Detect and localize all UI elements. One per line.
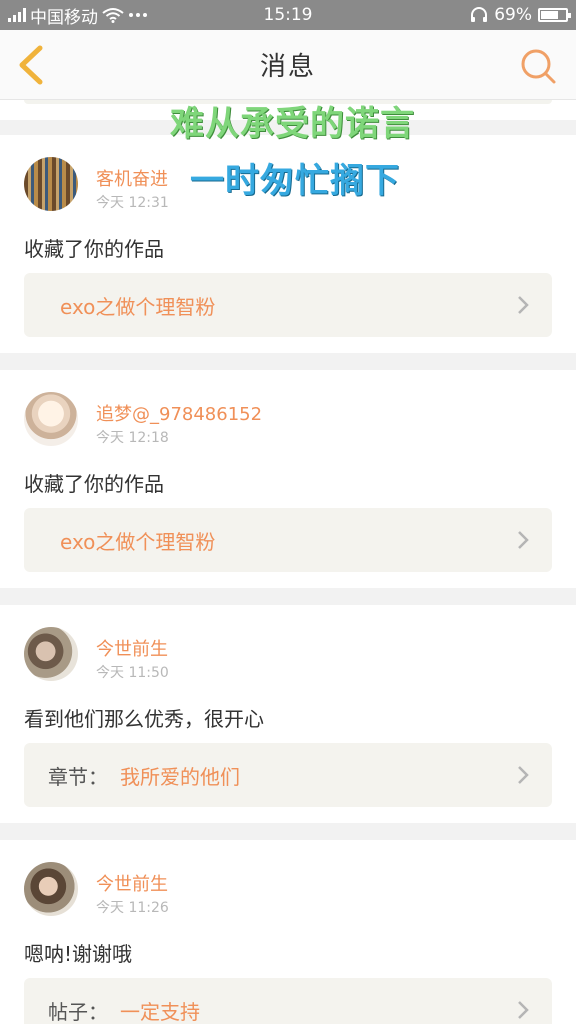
message-text: 收藏了你的作品 [24,472,164,496]
user-name[interactable]: 今世前生 [96,870,168,896]
avatar[interactable] [24,157,78,211]
message-time: 今天 11:50 [96,665,169,681]
battery-icon [538,8,571,22]
referenced-post[interactable]: 帖子： 一定支持 [24,978,552,1024]
headphone-icon [471,7,488,22]
message-card[interactable]: 追梦@_978486152 今天 12:18 收藏了你的作品 exo之做个理智粉 [0,370,576,588]
status-left: 中国移动 [8,3,470,28]
message-card[interactable]: 今世前生 今天 11:50 看到他们那么优秀，很开心 章节： 我所爱的他们 [0,605,576,823]
message-list: 客机奋进 今天 12:31 收藏了你的作品 exo之做个理智粉 追梦@_9784… [0,135,576,1024]
message-card[interactable]: 今世前生 今天 11:26 嗯呐!谢谢哦 帖子： 一定支持 [0,840,576,1024]
message-text: 嗯呐!谢谢哦 [24,942,133,966]
page-title: 消息 [259,52,316,82]
battery-fill [541,11,558,19]
chevron-right-icon [518,766,529,784]
nav-bar: 消息 [0,30,576,100]
ref-link[interactable]: 一定支持 [120,996,200,1024]
status-bar: 中国移动 15:19 69% [0,0,576,30]
status-right: 69% [470,5,571,25]
avatar[interactable] [24,392,78,446]
user-name[interactable]: 追梦@_978486152 [96,400,262,426]
chevron-right-icon [518,1001,529,1019]
wifi-icon [102,8,124,23]
message-time: 今天 11:26 [96,900,169,916]
signal-icon [8,8,26,22]
referenced-work[interactable]: exo之做个理智粉 [24,273,552,337]
previous-card-edge [0,100,576,120]
message-time: 今天 12:18 [96,430,169,446]
referenced-work[interactable]: exo之做个理智粉 [24,508,552,572]
search-icon[interactable] [518,46,558,86]
avatar[interactable] [24,862,78,916]
avatar[interactable] [24,627,78,681]
message-text: 看到他们那么优秀，很开心 [24,707,264,731]
ref-link[interactable]: 我所爱的他们 [120,761,240,790]
previous-ref-box-edge [24,100,552,104]
ref-link[interactable]: exo之做个理智粉 [60,291,215,320]
more-icon [129,13,147,17]
user-name[interactable]: 客机奋进 [96,165,168,191]
chevron-right-icon [518,531,529,549]
message-card[interactable]: 客机奋进 今天 12:31 收藏了你的作品 exo之做个理智粉 [0,135,576,353]
referenced-chapter[interactable]: 章节： 我所爱的他们 [24,743,552,807]
ref-link[interactable]: exo之做个理智粉 [60,526,215,555]
battery-percent: 69% [494,5,532,25]
ref-label: 帖子： [48,999,108,1024]
user-name[interactable]: 今世前生 [96,635,168,661]
chevron-left-icon[interactable] [12,40,52,90]
chevron-right-icon [518,296,529,314]
message-time: 今天 12:31 [96,195,169,211]
message-text: 收藏了你的作品 [24,237,164,261]
ref-label: 章节： [48,764,108,789]
carrier-label: 中国移动 [30,7,98,28]
